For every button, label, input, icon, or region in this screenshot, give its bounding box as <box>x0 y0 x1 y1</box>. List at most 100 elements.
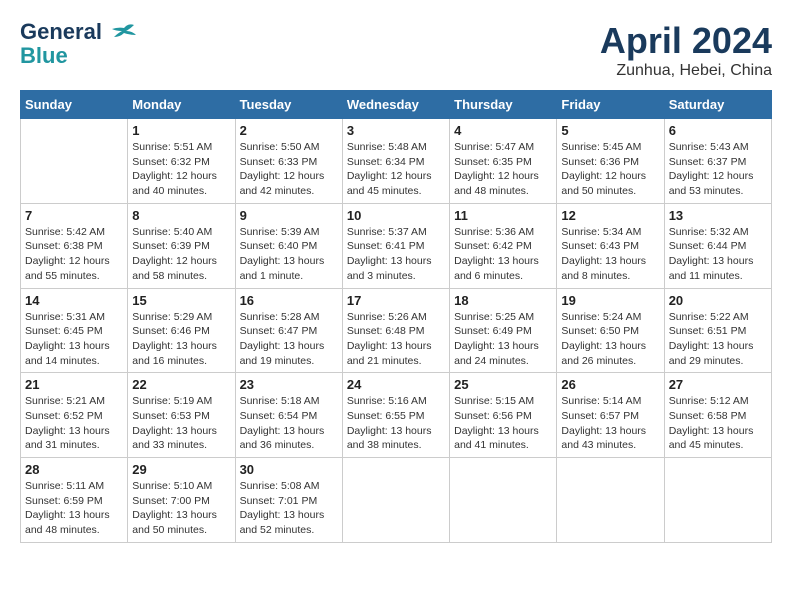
day-info: Sunrise: 5:14 AMSunset: 6:57 PMDaylight:… <box>561 394 659 453</box>
calendar-cell: 24 Sunrise: 5:16 AMSunset: 6:55 PMDayligh… <box>342 373 449 458</box>
day-info: Sunrise: 5:08 AMSunset: 7:01 PMDaylight:… <box>240 479 338 538</box>
day-info: Sunrise: 5:26 AMSunset: 6:48 PMDaylight:… <box>347 310 445 369</box>
logo-blue: Blue <box>20 44 68 68</box>
day-number: 3 <box>347 123 445 138</box>
calendar-cell: 8Sunrise: 5:40 AMSunset: 6:39 PMDaylight… <box>128 203 235 288</box>
title-area: April 2024 Zunhua, Hebei, China <box>600 20 772 80</box>
weekday-header-thursday: Thursday <box>450 91 557 119</box>
calendar-cell <box>450 458 557 543</box>
day-number: 18 <box>454 293 552 308</box>
day-info: Sunrise: 5:43 AMSunset: 6:37 PMDaylight:… <box>669 140 767 199</box>
week-row-1: 1 Sunrise: 5:51 AMSunset: 6:32 PMDaylight… <box>21 119 772 204</box>
calendar-cell: 22 Sunrise: 5:19 AMSunset: 6:53 PMDayligh… <box>128 373 235 458</box>
day-info: Sunrise: 5:15 AMSunset: 6:56 PMDaylight:… <box>454 394 552 453</box>
day-info: Sunrise: 5:34 AMSunset: 6:43 PMDaylight:… <box>561 225 659 284</box>
calendar-cell: 23 Sunrise: 5:18 AMSunset: 6:54 PMDayligh… <box>235 373 342 458</box>
day-info: Sunrise: 5:31 AMSunset: 6:45 PMDaylight:… <box>25 310 123 369</box>
day-number: 9 <box>240 208 338 223</box>
day-number: 4 <box>454 123 552 138</box>
calendar-cell: 21Sunrise: 5:21 AMSunset: 6:52 PMDayligh… <box>21 373 128 458</box>
day-info: Sunrise: 5:16 AMSunset: 6:55 PMDaylight:… <box>347 394 445 453</box>
calendar-cell: 25 Sunrise: 5:15 AMSunset: 6:56 PMDayligh… <box>450 373 557 458</box>
month-title: April 2024 <box>600 20 772 62</box>
day-info: Sunrise: 5:51 AMSunset: 6:32 PMDaylight:… <box>132 140 230 199</box>
day-info: Sunrise: 5:32 AMSunset: 6:44 PMDaylight:… <box>669 225 767 284</box>
logo: General Blue <box>20 20 138 68</box>
day-number: 6 <box>669 123 767 138</box>
weekday-header-saturday: Saturday <box>664 91 771 119</box>
calendar-cell: 30Sunrise: 5:08 AMSunset: 7:01 PMDayligh… <box>235 458 342 543</box>
calendar-cell <box>664 458 771 543</box>
day-info: Sunrise: 5:45 AMSunset: 6:36 PMDaylight:… <box>561 140 659 199</box>
calendar-cell: 20 Sunrise: 5:22 AMSunset: 6:51 PMDayligh… <box>664 288 771 373</box>
day-number: 10 <box>347 208 445 223</box>
day-info: Sunrise: 5:50 AMSunset: 6:33 PMDaylight:… <box>240 140 338 199</box>
calendar-cell: 2Sunrise: 5:50 AMSunset: 6:33 PMDaylight… <box>235 119 342 204</box>
calendar-cell: 10 Sunrise: 5:37 AMSunset: 6:41 PMDayligh… <box>342 203 449 288</box>
week-row-2: 7Sunrise: 5:42 AMSunset: 6:38 PMDaylight… <box>21 203 772 288</box>
calendar-cell: 6 Sunrise: 5:43 AMSunset: 6:37 PMDaylight… <box>664 119 771 204</box>
day-info: Sunrise: 5:18 AMSunset: 6:54 PMDaylight:… <box>240 394 338 453</box>
weekday-header-wednesday: Wednesday <box>342 91 449 119</box>
day-number: 5 <box>561 123 659 138</box>
calendar-cell <box>342 458 449 543</box>
day-number: 27 <box>669 377 767 392</box>
day-info: Sunrise: 5:37 AMSunset: 6:41 PMDaylight:… <box>347 225 445 284</box>
calendar-cell: 12 Sunrise: 5:34 AMSunset: 6:43 PMDayligh… <box>557 203 664 288</box>
day-number: 24 <box>347 377 445 392</box>
day-number: 23 <box>240 377 338 392</box>
location-title: Zunhua, Hebei, China <box>600 62 772 80</box>
day-number: 15 <box>132 293 230 308</box>
day-info: Sunrise: 5:19 AMSunset: 6:53 PMDaylight:… <box>132 394 230 453</box>
day-number: 22 <box>132 377 230 392</box>
calendar-cell: 26 Sunrise: 5:14 AMSunset: 6:57 PMDayligh… <box>557 373 664 458</box>
header: General Blue April 2024 Zunhua, Hebei, C… <box>20 20 772 80</box>
day-info: Sunrise: 5:28 AMSunset: 6:47 PMDaylight:… <box>240 310 338 369</box>
day-number: 14 <box>25 293 123 308</box>
day-info: Sunrise: 5:11 AMSunset: 6:59 PMDaylight:… <box>25 479 123 538</box>
calendar-cell: 1 Sunrise: 5:51 AMSunset: 6:32 PMDaylight… <box>128 119 235 204</box>
day-number: 16 <box>240 293 338 308</box>
day-info: Sunrise: 5:25 AMSunset: 6:49 PMDaylight:… <box>454 310 552 369</box>
weekday-header-sunday: Sunday <box>21 91 128 119</box>
day-number: 20 <box>669 293 767 308</box>
calendar-cell: 15 Sunrise: 5:29 AMSunset: 6:46 PMDayligh… <box>128 288 235 373</box>
day-info: Sunrise: 5:24 AMSunset: 6:50 PMDaylight:… <box>561 310 659 369</box>
day-number: 8 <box>132 208 230 223</box>
calendar-cell: 14 Sunrise: 5:31 AMSunset: 6:45 PMDayligh… <box>21 288 128 373</box>
calendar-cell <box>21 119 128 204</box>
calendar-cell: 18 Sunrise: 5:25 AMSunset: 6:49 PMDayligh… <box>450 288 557 373</box>
day-info: Sunrise: 5:21 AMSunset: 6:52 PMDaylight:… <box>25 394 123 453</box>
day-number: 12 <box>561 208 659 223</box>
weekday-header-tuesday: Tuesday <box>235 91 342 119</box>
calendar-cell: 5 Sunrise: 5:45 AMSunset: 6:36 PMDaylight… <box>557 119 664 204</box>
weekday-header-friday: Friday <box>557 91 664 119</box>
weekday-header: SundayMondayTuesdayWednesdayThursdayFrid… <box>21 91 772 119</box>
calendar-cell: 11 Sunrise: 5:36 AMSunset: 6:42 PMDayligh… <box>450 203 557 288</box>
bird-icon <box>110 23 138 43</box>
calendar-cell: 7Sunrise: 5:42 AMSunset: 6:38 PMDaylight… <box>21 203 128 288</box>
day-info: Sunrise: 5:22 AMSunset: 6:51 PMDaylight:… <box>669 310 767 369</box>
week-row-5: 28 Sunrise: 5:11 AMSunset: 6:59 PMDayligh… <box>21 458 772 543</box>
calendar-cell: 28 Sunrise: 5:11 AMSunset: 6:59 PMDayligh… <box>21 458 128 543</box>
day-info: Sunrise: 5:12 AMSunset: 6:58 PMDaylight:… <box>669 394 767 453</box>
day-number: 1 <box>132 123 230 138</box>
day-info: Sunrise: 5:29 AMSunset: 6:46 PMDaylight:… <box>132 310 230 369</box>
day-number: 13 <box>669 208 767 223</box>
day-number: 28 <box>25 462 123 477</box>
calendar-cell <box>557 458 664 543</box>
day-number: 25 <box>454 377 552 392</box>
calendar-cell: 9Sunrise: 5:39 AMSunset: 6:40 PMDaylight… <box>235 203 342 288</box>
calendar-cell: 13 Sunrise: 5:32 AMSunset: 6:44 PMDayligh… <box>664 203 771 288</box>
day-number: 11 <box>454 208 552 223</box>
week-row-3: 14 Sunrise: 5:31 AMSunset: 6:45 PMDayligh… <box>21 288 772 373</box>
day-info: Sunrise: 5:36 AMSunset: 6:42 PMDaylight:… <box>454 225 552 284</box>
week-row-4: 21Sunrise: 5:21 AMSunset: 6:52 PMDayligh… <box>21 373 772 458</box>
day-number: 26 <box>561 377 659 392</box>
calendar-cell: 17Sunrise: 5:26 AMSunset: 6:48 PMDayligh… <box>342 288 449 373</box>
calendar-table: SundayMondayTuesdayWednesdayThursdayFrid… <box>20 90 772 543</box>
day-number: 29 <box>132 462 230 477</box>
calendar-cell: 27 Sunrise: 5:12 AMSunset: 6:58 PMDayligh… <box>664 373 771 458</box>
day-info: Sunrise: 5:48 AMSunset: 6:34 PMDaylight:… <box>347 140 445 199</box>
calendar-cell: 19Sunrise: 5:24 AMSunset: 6:50 PMDayligh… <box>557 288 664 373</box>
